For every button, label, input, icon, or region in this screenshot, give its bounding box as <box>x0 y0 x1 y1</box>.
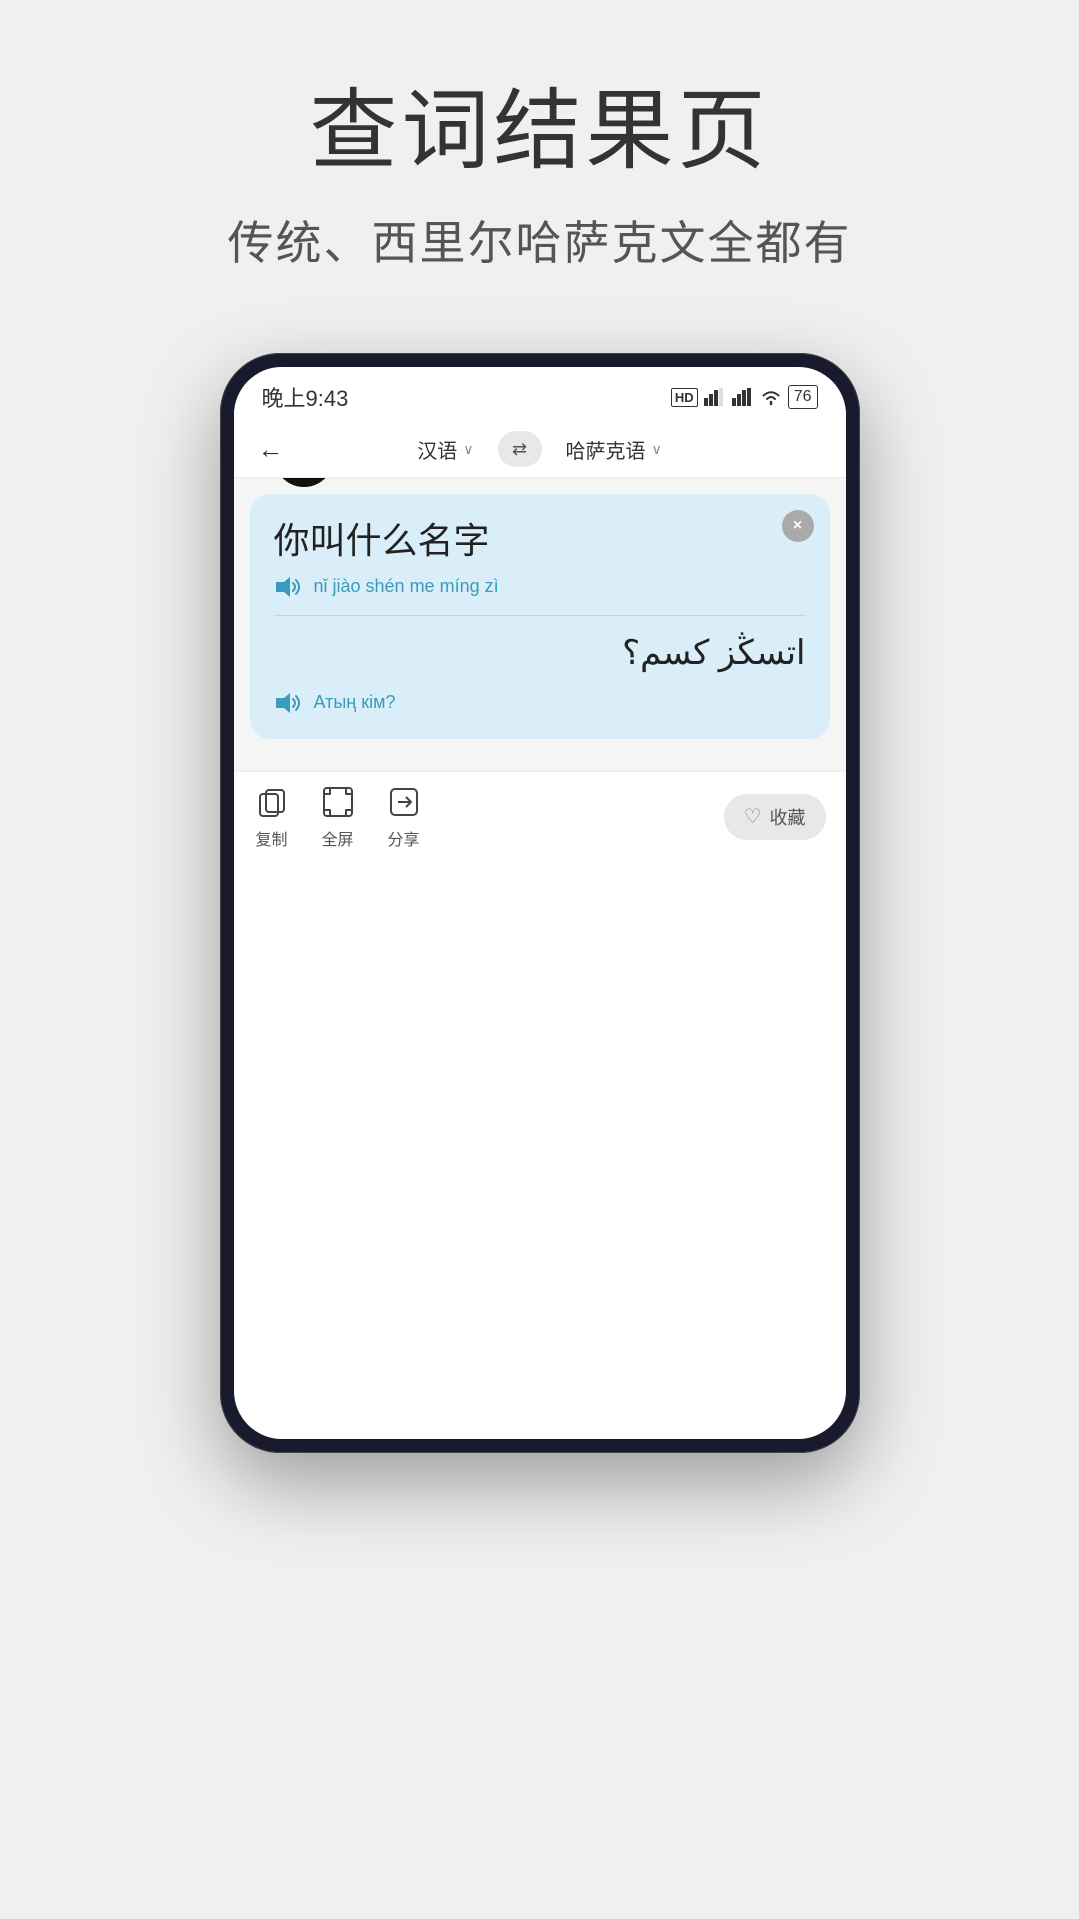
favorite-label: 收藏 <box>770 804 806 830</box>
signal-icon <box>704 388 726 406</box>
page-subtitle: 传统、西里尔哈萨克文全都有 <box>228 207 852 273</box>
fullscreen-icon <box>320 784 356 820</box>
target-language[interactable]: 哈萨克语 ∨ <box>566 435 662 464</box>
latin-row: Атың кім? <box>274 691 806 715</box>
swap-languages-button[interactable]: ⇄ <box>498 431 542 467</box>
source-text: 你叫什么名字 <box>274 518 806 565</box>
bottom-toolbar: 复制 全屏 <box>234 771 846 862</box>
signal-icon-2 <box>732 388 754 406</box>
copy-label: 复制 <box>255 826 287 850</box>
content-area: × 你叫什么名字 nǐ jiào shén me míng zì <box>234 478 846 771</box>
status-time: 晚上9:43 <box>262 381 349 413</box>
share-tool[interactable]: 分享 <box>386 784 422 850</box>
status-icons: HD <box>671 385 818 409</box>
heart-icon: ♡ <box>744 804 762 829</box>
source-lang-chevron: ∨ <box>463 441 473 458</box>
battery-indicator: 76 <box>788 385 818 409</box>
card-divider <box>274 615 806 616</box>
share-label: 分享 <box>387 826 419 850</box>
back-button[interactable]: ← <box>258 434 284 465</box>
status-bar: 晚上9:43 HD <box>234 367 846 421</box>
translation-card: × 你叫什么名字 nǐ jiào shén me míng zì <box>250 494 830 739</box>
wifi-icon <box>760 388 782 406</box>
phone-frame: 晚上9:43 HD <box>220 353 860 1453</box>
pinyin-text: nǐ jiào shén me míng zì <box>314 576 499 597</box>
target-sound-icon[interactable] <box>274 691 304 715</box>
share-icon <box>386 784 422 820</box>
copy-icon <box>254 784 290 820</box>
source-language[interactable]: 汉语 ∨ <box>417 435 473 464</box>
language-selector: 汉语 ∨ ⇄ 哈萨克语 ∨ <box>417 431 662 467</box>
target-lang-chevron: ∨ <box>652 441 662 458</box>
latin-kazakh-text: Атың кім? <box>314 692 396 713</box>
hd-badge-1: HD <box>671 388 698 407</box>
arabic-kazakh-text: اتسڭز كسم؟ <box>274 628 806 679</box>
copy-tool[interactable]: 复制 <box>254 784 290 850</box>
close-button[interactable]: × <box>782 510 814 542</box>
fullscreen-tool[interactable]: 全屏 <box>320 784 356 850</box>
favorite-button[interactable]: ♡ 收藏 <box>724 794 826 840</box>
tool-group: 复制 全屏 <box>254 784 724 850</box>
fullscreen-label: 全屏 <box>321 826 353 850</box>
pinyin-row: nǐ jiào shén me míng zì <box>274 575 806 599</box>
nav-bar: ← 汉语 ∨ ⇄ 哈萨克语 ∨ <box>234 421 846 478</box>
phone-screen: 晚上9:43 HD <box>234 367 846 1439</box>
page-title: 查词结果页 <box>309 60 769 187</box>
source-sound-icon[interactable] <box>274 575 304 599</box>
